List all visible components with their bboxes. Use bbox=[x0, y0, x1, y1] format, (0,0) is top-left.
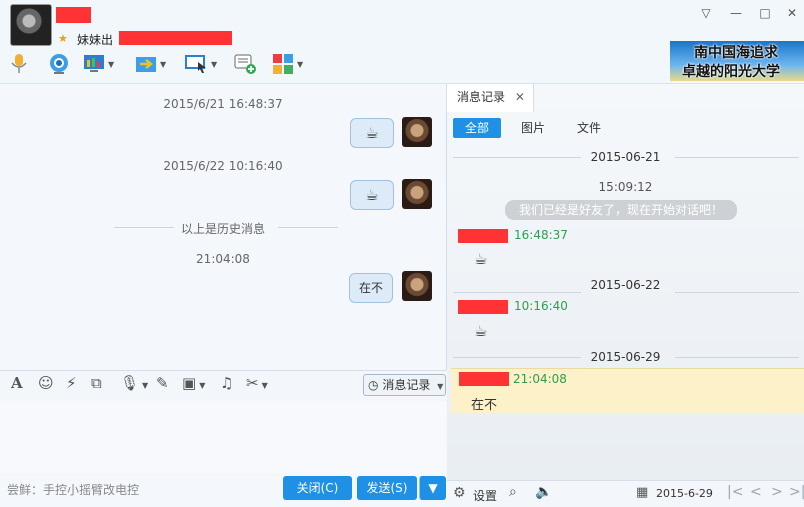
message-timestamp: 21:04:08 bbox=[196, 252, 250, 266]
date-header: 2015-06-22 bbox=[590, 278, 661, 292]
tab-label: 消息记录 bbox=[457, 90, 506, 104]
divider bbox=[675, 292, 799, 293]
minimize-button[interactable]: — bbox=[724, 4, 748, 22]
filter-files[interactable]: 文件 bbox=[565, 118, 613, 138]
prev-page-button[interactable]: < bbox=[750, 484, 762, 500]
divider bbox=[278, 227, 338, 228]
skin-menu-button[interactable]: ▽ bbox=[694, 4, 718, 22]
message-text: 在不 bbox=[471, 398, 498, 413]
first-page-button[interactable]: |< bbox=[727, 484, 743, 500]
music-icon[interactable]: ♫ bbox=[220, 374, 233, 392]
chat-bubble[interactable]: ☕ bbox=[350, 180, 394, 210]
close-button[interactable]: 关闭(C) bbox=[283, 476, 352, 500]
shake-icon[interactable]: ⧉ bbox=[91, 374, 102, 392]
star-icon: ★ bbox=[58, 32, 68, 45]
send-button[interactable]: 发送(S) bbox=[357, 476, 417, 500]
redacted-signature bbox=[119, 31, 232, 45]
signature-text: 妹妹出 bbox=[77, 33, 114, 47]
chevron-down-icon[interactable]: ▼ bbox=[108, 60, 114, 69]
chat-bubble[interactable]: ☕ bbox=[350, 118, 394, 148]
divider bbox=[675, 157, 799, 158]
screen-share-icon[interactable]: ▼ bbox=[83, 52, 114, 76]
tab-message-record[interactable]: 消息记录 ✕ bbox=[447, 84, 534, 112]
timestamp: 15:09:12 bbox=[598, 180, 653, 194]
coffee-icon: ☕ bbox=[474, 322, 488, 340]
divider bbox=[453, 292, 581, 293]
history-separator-label: 以上是历史消息 bbox=[180, 222, 265, 236]
close-window-button[interactable]: ✕ bbox=[780, 4, 804, 22]
close-tab-icon[interactable]: ✕ bbox=[515, 90, 525, 104]
sender-avatar[interactable] bbox=[402, 117, 432, 147]
chevron-down-icon: ▼ bbox=[437, 382, 444, 391]
clock-icon: ◷ bbox=[368, 378, 379, 392]
message-input[interactable] bbox=[0, 401, 446, 473]
coffee-icon: ☕ bbox=[474, 250, 488, 268]
microphone-icon[interactable] bbox=[10, 52, 28, 76]
redacted-sender bbox=[458, 229, 508, 243]
chat-bubble[interactable]: 在不 bbox=[349, 273, 393, 303]
divider bbox=[675, 357, 799, 358]
redacted-sender bbox=[458, 300, 508, 314]
remote-assist-icon[interactable]: ▼ bbox=[184, 52, 217, 76]
tip-link[interactable]: 尝鲜：手控小摇臂改电控 bbox=[7, 481, 139, 498]
message-timestamp: 2015/6/22 10:16:40 bbox=[163, 159, 283, 173]
message-time: 21:04:08 bbox=[513, 372, 567, 386]
sender-avatar[interactable] bbox=[402, 271, 432, 301]
last-page-button[interactable]: >| bbox=[789, 484, 804, 500]
ad-line-1: 南中国海追求 bbox=[694, 45, 778, 61]
filter-images[interactable]: 图片 bbox=[509, 118, 557, 138]
screenshot-scissors-icon[interactable]: ✂ ▼ bbox=[246, 374, 268, 392]
highlighted-message[interactable]: 21:04:08 在不 bbox=[451, 368, 804, 413]
message-timestamp: 2015/6/21 16:48:37 bbox=[163, 97, 283, 111]
chevron-down-icon[interactable]: ▼ bbox=[160, 60, 166, 69]
voice-message-icon[interactable]: 🎙 ▼ bbox=[120, 374, 148, 392]
redacted-sender bbox=[459, 372, 509, 386]
history-footer: ⚙ 设置 ⌕ 🔈 ▦ 2015-6-29 |< < > >| bbox=[447, 480, 804, 507]
message-history-panel: 消息记录 ✕ 全部 图片 文件 2015-06-21 15:09:12 我们已经… bbox=[447, 84, 804, 507]
coffee-icon: ☕ bbox=[365, 124, 379, 142]
chevron-down-icon[interactable]: ▼ bbox=[297, 60, 303, 69]
send-options-button[interactable]: ▼ bbox=[419, 476, 446, 500]
emoji-icon[interactable]: ☺ bbox=[38, 374, 54, 392]
next-page-button[interactable]: > bbox=[771, 484, 783, 500]
image-icon[interactable]: ▣ ▼ bbox=[182, 374, 205, 392]
magic-wand-icon[interactable]: ⚡ bbox=[66, 374, 77, 392]
date-picker-value[interactable]: 2015-6-29 bbox=[656, 487, 713, 500]
message-text: 在不 bbox=[358, 281, 383, 295]
font-icon[interactable]: A bbox=[11, 374, 23, 392]
apps-grid-icon[interactable]: ▼ bbox=[272, 52, 303, 76]
message-time: 10:16:40 bbox=[514, 299, 568, 313]
video-icon[interactable] bbox=[47, 52, 71, 76]
ad-banner[interactable]: 南中国海追求 卓越的阳光大学 bbox=[670, 41, 804, 81]
maximize-button[interactable]: □ bbox=[753, 4, 777, 22]
message-record-button[interactable]: ◷ 消息记录 ▼ bbox=[363, 374, 446, 396]
settings-label[interactable]: 设置 bbox=[473, 487, 497, 504]
ad-line-2: 卓越的阳光大学 bbox=[682, 64, 780, 80]
sender-avatar[interactable] bbox=[402, 179, 432, 209]
user-avatar[interactable] bbox=[10, 4, 52, 46]
system-message: 我们已经是好友了，现在开始对话吧！ bbox=[505, 200, 737, 220]
edit-icon[interactable]: ✎ bbox=[156, 374, 169, 392]
file-transfer-icon[interactable]: ▼ bbox=[135, 52, 166, 76]
add-chat-icon[interactable] bbox=[234, 52, 258, 76]
calendar-icon[interactable]: ▦ bbox=[636, 485, 648, 500]
message-record-label: 消息记录 bbox=[382, 378, 431, 392]
search-icon[interactable]: ⌕ bbox=[509, 484, 517, 500]
gear-icon[interactable]: ⚙ bbox=[453, 485, 466, 501]
message-time: 16:48:37 bbox=[514, 228, 568, 242]
filter-all[interactable]: 全部 bbox=[453, 118, 501, 138]
title-bar: ★ 妹妹出 ▽ — □ ✕ 南中国海追求 卓越的阳光大学 ▼ ▼ ▼ ▼ bbox=[0, 0, 804, 84]
coffee-icon: ☕ bbox=[365, 186, 379, 204]
speaker-icon[interactable]: 🔈 bbox=[535, 484, 552, 500]
redacted-name bbox=[56, 7, 91, 23]
chevron-down-icon[interactable]: ▼ bbox=[211, 60, 217, 69]
